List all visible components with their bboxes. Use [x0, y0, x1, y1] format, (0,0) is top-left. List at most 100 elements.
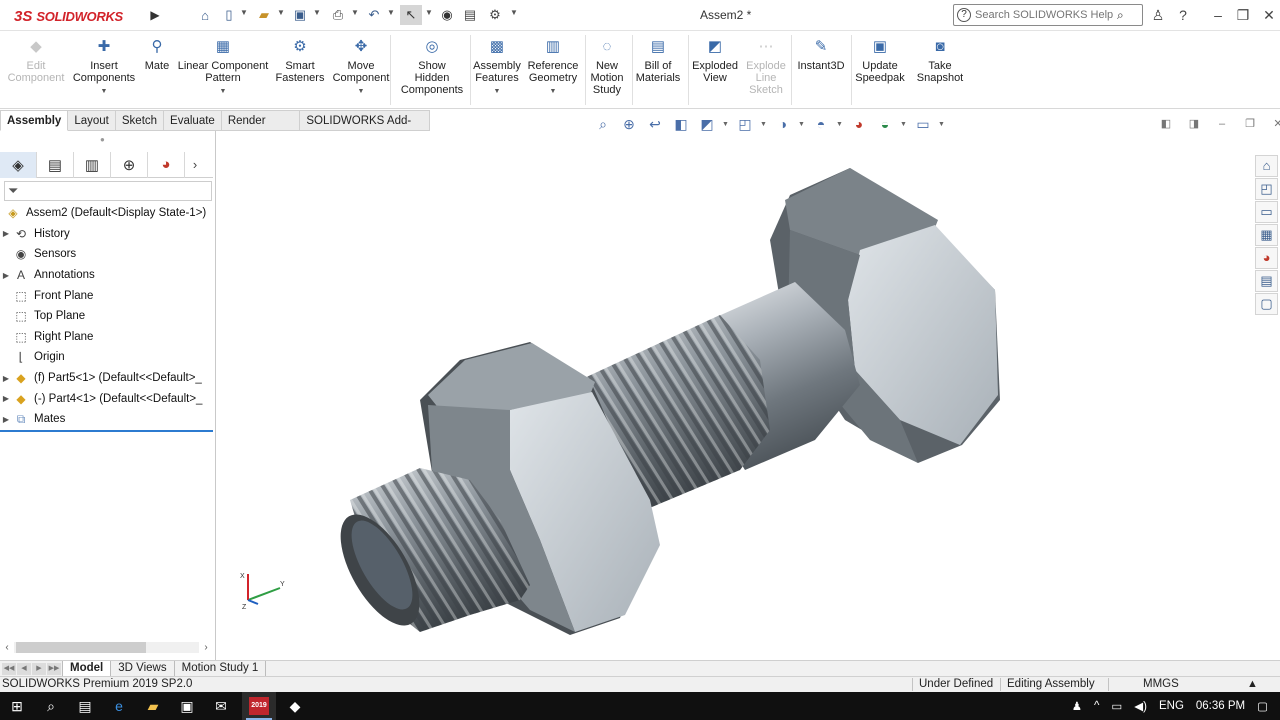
file-properties-icon[interactable]: ▤: [460, 5, 480, 25]
task-view-icon[interactable]: ▤: [68, 692, 102, 720]
solidworks-taskbar-icon[interactable]: 2019: [242, 692, 276, 720]
tree-item[interactable]: ⬚ Top Plane: [0, 306, 213, 327]
prev-tab-icon[interactable]: ◀: [17, 662, 31, 675]
print-dropdown-icon[interactable]: ▼: [351, 8, 359, 17]
dropdown-icon[interactable]: ▼: [836, 121, 844, 128]
recorder-app-icon[interactable]: ◆: [278, 692, 312, 720]
input-language[interactable]: ENG: [1159, 700, 1184, 712]
dropdown-icon[interactable]: ▼: [798, 121, 806, 128]
close-icon[interactable]: ✕: [1258, 5, 1280, 25]
undo-icon[interactable]: ↶: [364, 5, 384, 25]
help-icon[interactable]: ?: [1172, 5, 1194, 25]
network-icon[interactable]: ▭: [1111, 699, 1122, 713]
zoom-to-area-icon[interactable]: ⊕: [618, 114, 640, 134]
chevron-down-icon[interactable]: ▼: [358, 86, 365, 98]
tree-item[interactable]: ▶ A Annotations: [0, 265, 213, 286]
minimize-icon[interactable]: –: [1207, 5, 1229, 25]
chevron-down-icon[interactable]: ▼: [220, 86, 227, 98]
tree-item[interactable]: ⬚ Right Plane: [0, 327, 213, 348]
expand-arrow-icon[interactable]: ▶: [0, 374, 12, 383]
windows-start-icon[interactable]: ⊞: [0, 692, 34, 720]
print-icon[interactable]: ⎙: [327, 5, 349, 25]
dropdown-icon[interactable]: ▼: [760, 121, 768, 128]
last-tab-icon[interactable]: ▶▶: [47, 662, 61, 675]
tree-filter[interactable]: ⏷: [4, 181, 212, 201]
expand-arrow-icon[interactable]: ▶: [0, 415, 12, 424]
assembly-features-button[interactable]: ▩ Assembly Features ▼: [473, 37, 521, 98]
tab-render-tools[interactable]: Render Tools: [221, 110, 301, 147]
file-explorer-taskbar-icon[interactable]: ▰: [136, 692, 170, 720]
graphics-area[interactable]: Y X Z: [217, 133, 1255, 660]
dropdown-icon[interactable]: ▼: [900, 121, 908, 128]
user-account-icon[interactable]: ♙: [1147, 5, 1169, 25]
edit-component-button[interactable]: ◆ Edit Component: [8, 37, 65, 84]
unit-system[interactable]: MMGS: [1143, 677, 1179, 692]
tab-add-ins[interactable]: SOLIDWORKS Add-Ins: [300, 110, 430, 147]
people-icon[interactable]: ♟: [1072, 699, 1082, 713]
chevron-down-icon[interactable]: ▼: [550, 86, 557, 98]
tree-item[interactable]: ◉ Sensors: [0, 244, 213, 265]
tree-root[interactable]: ◈ Assem2 (Default<Display State-1>): [0, 203, 213, 224]
options-gear-icon[interactable]: ⚙: [485, 5, 505, 25]
viewport-restore-icon[interactable]: ❐: [1239, 116, 1261, 132]
linear-component-pattern-button[interactable]: ▦ Linear Component Pattern ▼: [178, 37, 269, 98]
hide-show-items-icon[interactable]: ◓: [810, 114, 832, 134]
rebuild-icon[interactable]: ◉: [439, 5, 455, 25]
restore-icon[interactable]: ❐: [1232, 5, 1254, 25]
appearances-icon[interactable]: ◕: [1255, 247, 1278, 269]
tree-item[interactable]: ⬚ Front Plane: [0, 285, 213, 306]
open-dropdown-icon[interactable]: ▼: [277, 8, 285, 17]
status-info-icon[interactable]: ▲: [1247, 677, 1258, 692]
mate-button[interactable]: ⚲ Mate: [145, 37, 169, 72]
move-component-button[interactable]: ✥ Move Component ▼: [333, 37, 390, 98]
edit-appearance-icon[interactable]: ◕: [848, 114, 870, 134]
expand-arrow-icon[interactable]: ▶: [0, 394, 12, 403]
bill-of-materials-button[interactable]: ▤ Bill of Materials: [636, 37, 681, 84]
new-dropdown-icon[interactable]: ▼: [240, 8, 248, 17]
tab-model[interactable]: Model: [62, 661, 112, 676]
bolt-and-nut-model[interactable]: [217, 133, 1255, 660]
save-dropdown-icon[interactable]: ▼: [313, 8, 321, 17]
view-orientation-icon[interactable]: ◰: [734, 114, 756, 134]
instant3d-button[interactable]: ✎ Instant3D: [797, 37, 844, 72]
horizontal-scrollbar[interactable]: ‹ ›: [0, 640, 213, 655]
explode-line-sketch-button[interactable]: ⋯ Explode Line Sketch: [746, 37, 786, 96]
file-explorer-icon[interactable]: ▭: [1255, 201, 1278, 223]
tab-3d-views[interactable]: 3D Views: [111, 661, 175, 676]
new-document-icon[interactable]: ▯: [220, 5, 238, 25]
show-hidden-components-button[interactable]: ◎ Show Hidden Components: [401, 37, 463, 96]
configuration-manager-tab-icon[interactable]: ▥: [74, 151, 111, 178]
options-dropdown-icon[interactable]: ▼: [510, 8, 518, 17]
home-icon[interactable]: ⌂: [194, 5, 216, 25]
tab-assembly[interactable]: Assembly: [0, 110, 69, 131]
undo-dropdown-icon[interactable]: ▼: [387, 8, 395, 17]
previous-view-icon[interactable]: ↩: [644, 114, 666, 134]
forum-icon[interactable]: ▢: [1255, 293, 1278, 315]
tree-item[interactable]: ▶ ⧉ Mates: [0, 409, 213, 430]
show-hidden-icons-icon[interactable]: ^: [1094, 700, 1099, 712]
section-view-icon[interactable]: ◧: [670, 114, 692, 134]
view-settings-icon[interactable]: ▭: [912, 114, 934, 134]
take-snapshot-button[interactable]: ◙ Take Snapshot: [917, 37, 963, 84]
dimxpert-tab-icon[interactable]: ⊕: [111, 151, 148, 178]
rollback-bar[interactable]: [0, 430, 213, 432]
custom-properties-icon[interactable]: ▤: [1255, 270, 1278, 292]
tab-evaluate[interactable]: Evaluate: [164, 110, 222, 131]
edge-browser-icon[interactable]: e: [102, 692, 136, 720]
expand-arrow-icon[interactable]: ▶: [0, 271, 12, 280]
save-icon[interactable]: ▣: [290, 5, 310, 25]
notifications-icon[interactable]: ▢: [1257, 699, 1268, 713]
taskbar-search-icon[interactable]: ⌕: [34, 692, 68, 720]
search-input[interactable]: [975, 9, 1115, 21]
first-tab-icon[interactable]: ◀◀: [2, 662, 16, 675]
mail-icon[interactable]: ✉: [204, 692, 238, 720]
chevron-down-icon[interactable]: ▼: [494, 86, 501, 98]
display-style-icon[interactable]: ◑: [772, 114, 794, 134]
design-library-icon[interactable]: ◰: [1255, 178, 1278, 200]
expand-arrow-icon[interactable]: ▶: [0, 229, 12, 238]
store-icon[interactable]: ▣: [170, 692, 204, 720]
solidworks-resources-icon[interactable]: ⌂: [1255, 155, 1278, 177]
property-manager-tab-icon[interactable]: ▤: [37, 151, 74, 178]
apply-scene-icon[interactable]: ◒: [874, 114, 896, 134]
tab-sketch[interactable]: Sketch: [115, 110, 165, 131]
